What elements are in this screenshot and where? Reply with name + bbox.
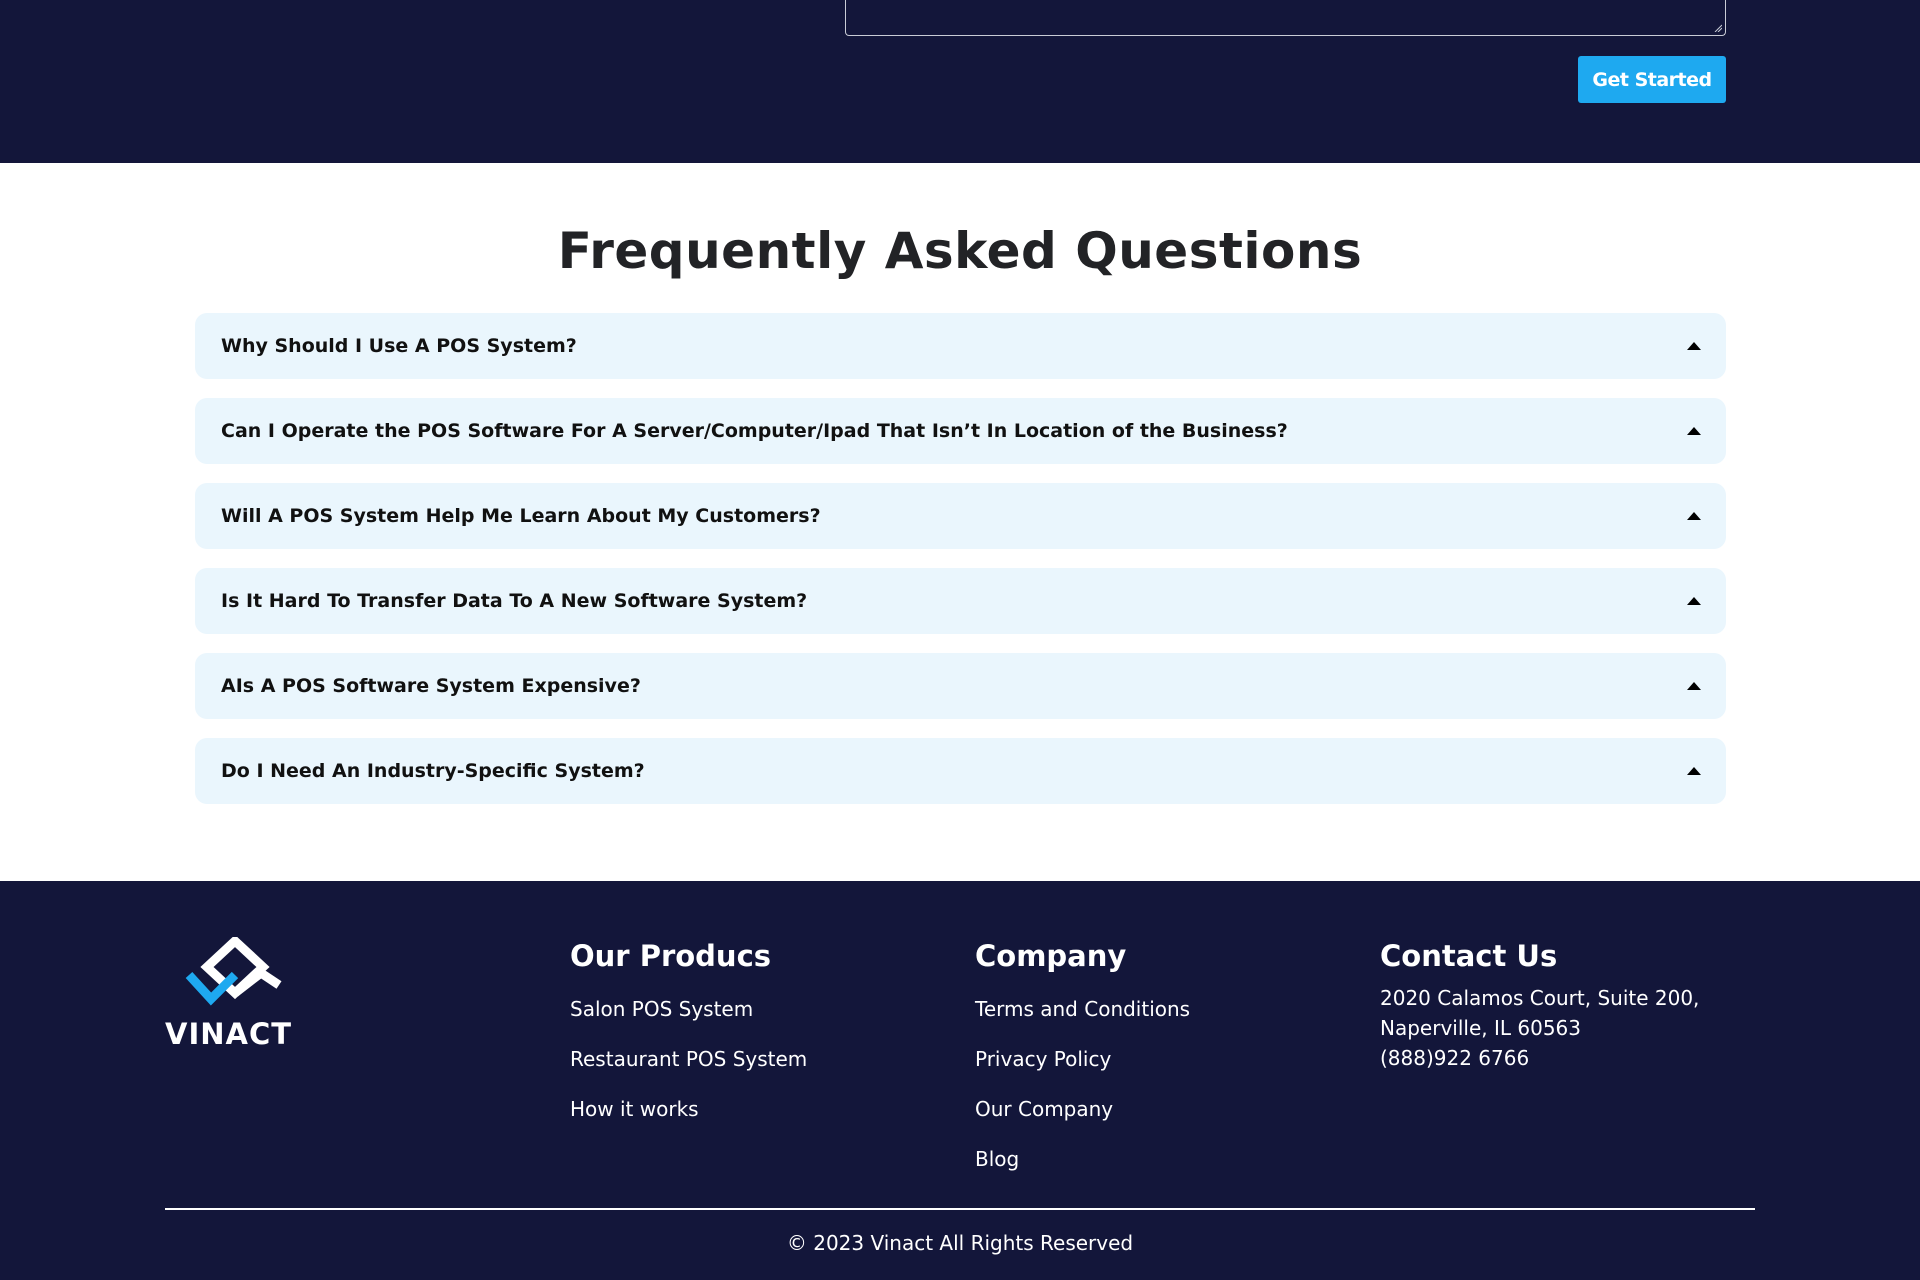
address-line-2: Naperville, IL 60563 (1380, 1016, 1581, 1040)
footer-company-column: Company Terms and Conditions Privacy Pol… (975, 939, 1190, 1195)
vinact-logo-mark-icon (185, 937, 282, 1006)
caret-up-icon[interactable] (1687, 342, 1701, 350)
faq-list: Why Should I Use A POS System? Can I Ope… (195, 313, 1726, 823)
footer-divider (165, 1208, 1755, 1210)
message-textarea[interactable] (845, 0, 1726, 36)
faq-title: Frequently Asked Questions (557, 222, 1363, 280)
faq-question: Is It Hard To Transfer Data To A New Sof… (221, 590, 808, 612)
caret-up-icon[interactable] (1687, 512, 1701, 520)
footer-contact-column: Contact Us 2020 Calamos Court, Suite 200… (1380, 939, 1699, 1073)
faq-question: Do I Need An Industry-Specific System? (221, 760, 645, 782)
faq-question: Can I Operate the POS Software For A Ser… (221, 420, 1288, 442)
phone-number[interactable]: (888)922 6766 (1380, 1043, 1699, 1073)
faq-question: AIs A POS Software System Expensive? (221, 675, 641, 697)
caret-up-icon[interactable] (1687, 682, 1701, 690)
footer: VINACT Our Producs Salon POS System Rest… (0, 881, 1920, 1280)
faq-item[interactable]: Is It Hard To Transfer Data To A New Sof… (195, 568, 1726, 634)
link-our-company[interactable]: Our Company (975, 1095, 1190, 1123)
resize-grip-icon[interactable] (1714, 24, 1722, 32)
faq-question: Why Should I Use A POS System? (221, 335, 577, 357)
products-heading: Our Producs (570, 939, 772, 973)
caret-up-icon[interactable] (1687, 427, 1701, 435)
link-how-it-works[interactable]: How it works (570, 1095, 807, 1123)
link-restaurant-pos[interactable]: Restaurant POS System (570, 1045, 807, 1073)
faq-item[interactable]: Can I Operate the POS Software For A Ser… (195, 398, 1726, 464)
faq-item[interactable]: AIs A POS Software System Expensive? (195, 653, 1726, 719)
link-privacy[interactable]: Privacy Policy (975, 1045, 1190, 1073)
company-heading: Company (975, 939, 1127, 973)
logo-wordmark: VINACT (165, 1017, 293, 1051)
faq-item[interactable]: Will A POS System Help Me Learn About My… (195, 483, 1726, 549)
contact-form-section: Get Started (0, 0, 1920, 163)
faq-item[interactable]: Do I Need An Industry-Specific System? (195, 738, 1726, 804)
caret-up-icon[interactable] (1687, 597, 1701, 605)
copyright-text: © 2023 Vinact All Rights Reserved (786, 1231, 1134, 1255)
contact-heading: Contact Us (1380, 939, 1558, 973)
faq-item[interactable]: Why Should I Use A POS System? (195, 313, 1726, 379)
link-terms[interactable]: Terms and Conditions (975, 995, 1190, 1023)
address-line-1: 2020 Calamos Court, Suite 200, (1380, 986, 1700, 1010)
footer-products-column: Our Producs Salon POS System Restaurant … (570, 939, 807, 1145)
faq-question: Will A POS System Help Me Learn About My… (221, 505, 821, 527)
link-salon-pos[interactable]: Salon POS System (570, 995, 807, 1023)
get-started-button[interactable]: Get Started (1578, 56, 1726, 103)
caret-up-icon[interactable] (1687, 767, 1701, 775)
vinact-logo[interactable]: VINACT (165, 937, 305, 1051)
link-blog[interactable]: Blog (975, 1145, 1190, 1173)
